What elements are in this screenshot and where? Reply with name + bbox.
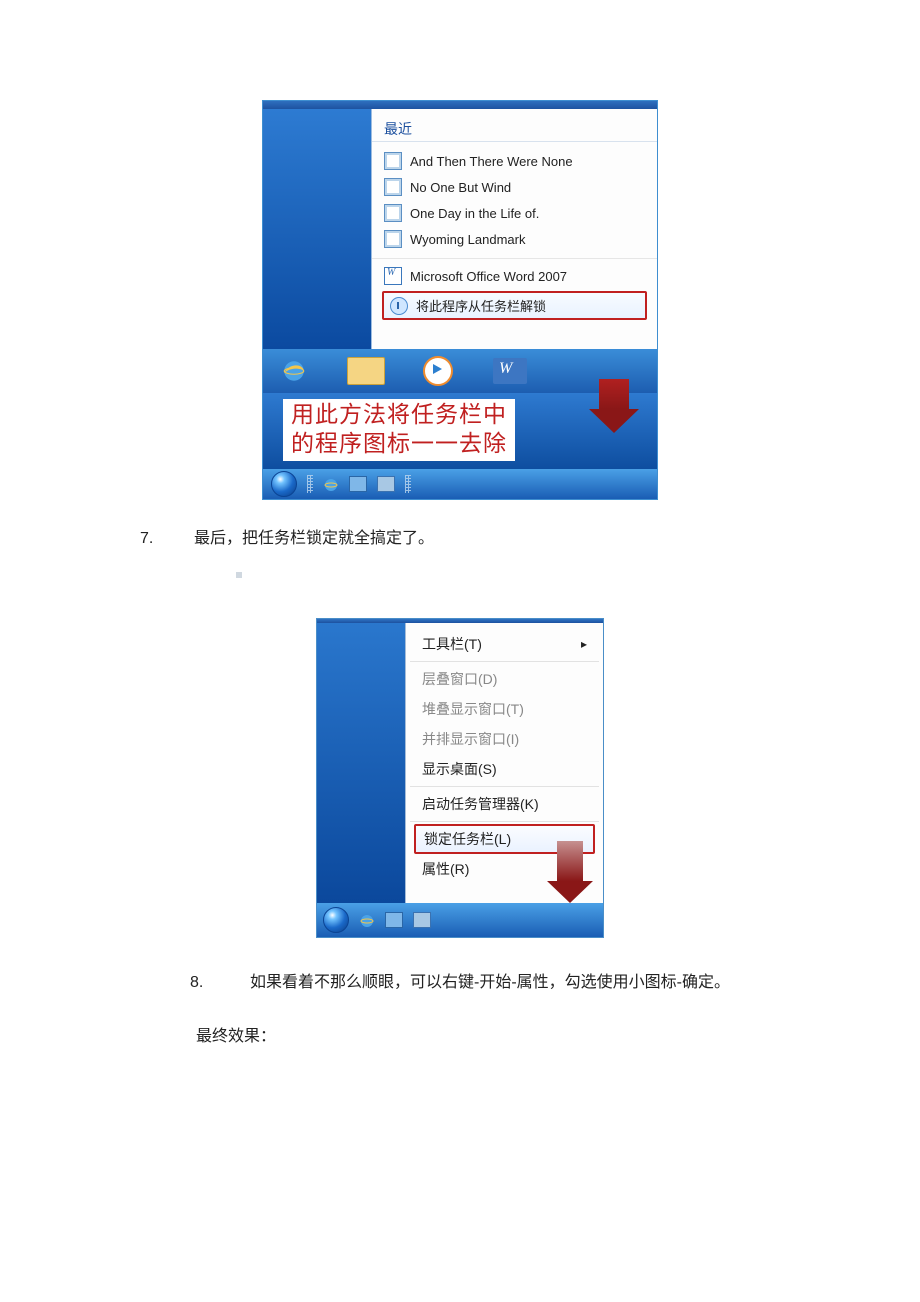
unpin-from-taskbar-item[interactable]: 将此程序从任务栏解锁	[382, 291, 647, 320]
menu-label: 层叠窗口(D)	[422, 669, 497, 689]
mini-ie-icon[interactable]	[323, 477, 339, 491]
ie-icon	[281, 358, 307, 384]
menu-label: 工具栏(T)	[422, 634, 482, 654]
recent-item[interactable]: Wyoming Landmark	[372, 226, 657, 252]
recent-item-label: No One But Wind	[410, 180, 511, 195]
taskbar-word-button[interactable]	[491, 356, 529, 386]
mini-ie-icon[interactable]	[359, 913, 375, 927]
jumplist-panel: 最近 And Then There Were None No One But W…	[371, 109, 657, 349]
step7-paragraph: 7.最后，把任务栏锁定就全搞定了。	[140, 524, 880, 548]
word-icon	[493, 358, 527, 384]
figure-unpin-jumplist: 最近 And Then There Were None No One But W…	[262, 100, 658, 500]
menu-separator	[410, 661, 599, 662]
menu-stack[interactable]: 堆叠显示窗口(T)	[406, 694, 603, 724]
annotation-line1: 用此方法将任务栏中	[291, 402, 507, 427]
menu-task-manager[interactable]: 启动任务管理器(K)	[406, 789, 603, 819]
mini-pictures-icon[interactable]	[385, 912, 403, 928]
word-doc-icon	[384, 152, 402, 170]
word-doc-icon	[384, 178, 402, 196]
menu-label: 显示桌面(S)	[422, 759, 497, 779]
annotation-text: 用此方法将任务栏中 的程序图标一一去除	[283, 399, 515, 461]
menu-show-desktop[interactable]: 显示桌面(S)	[406, 754, 603, 784]
taskbar-ie-button[interactable]	[275, 356, 313, 386]
pin-icon	[390, 297, 408, 315]
recent-item[interactable]: And Then There Were None	[372, 148, 657, 174]
taskbar-small	[317, 903, 603, 937]
mini-monitor-icon[interactable]	[413, 912, 431, 928]
recent-item-label: One Day in the Life of.	[410, 206, 539, 221]
desktop-blue-area	[317, 623, 405, 903]
jumplist-section-title: 最近	[372, 115, 657, 142]
figure-lock-taskbar-menu: 工具栏(T) ▸ 层叠窗口(D) 堆叠显示窗口(T) 并排显示窗口(I) 显示桌…	[316, 618, 604, 938]
taskbar-grab-handle[interactable]	[307, 475, 313, 493]
mini-monitor-icon[interactable]	[377, 476, 395, 492]
menu-toolbars[interactable]: 工具栏(T) ▸	[406, 629, 603, 659]
step7-text: 最后，把任务栏锁定就全搞定了。	[194, 530, 434, 547]
mini-pictures-icon[interactable]	[349, 476, 367, 492]
menu-label: 属性(R)	[422, 859, 469, 879]
step8-text: 如果看着不那么顺眼，可以右键-开始-属性，勾选使用小图标-确定。	[250, 974, 730, 991]
menu-label: 堆叠显示窗口(T)	[422, 699, 524, 719]
window-titlebar-strip	[263, 101, 657, 109]
start-orb-icon[interactable]	[323, 907, 349, 933]
recent-item[interactable]: One Day in the Life of.	[372, 200, 657, 226]
menu-separator	[410, 821, 599, 822]
desktop-blue-area	[263, 109, 371, 349]
final-result-label: 最终效果：	[196, 1022, 880, 1046]
menu-separator	[410, 786, 599, 787]
menu-sidebyside[interactable]: 并排显示窗口(I)	[406, 724, 603, 754]
recent-item[interactable]: No One But Wind	[372, 174, 657, 200]
taskbar-explorer-button[interactable]	[347, 356, 385, 386]
step8-number: 8.	[190, 974, 250, 992]
menu-label: 启动任务管理器(K)	[422, 794, 539, 814]
jumplist-app-row[interactable]: Microsoft Office Word 2007	[372, 258, 657, 289]
annotation-line2: 的程序图标一一去除	[291, 431, 507, 456]
word-doc-icon	[384, 230, 402, 248]
down-arrow-icon	[589, 379, 639, 435]
folder-icon	[347, 357, 385, 385]
menu-cascade[interactable]: 层叠窗口(D)	[406, 664, 603, 694]
recent-item-label: And Then There Were None	[410, 154, 573, 169]
menu-label: 锁定任务栏(L)	[424, 831, 511, 847]
step8-paragraph: 8.如果看着不那么顺眼，可以右键-开始-属性，勾选使用小图标-确定。	[190, 968, 880, 992]
taskbar-small	[263, 469, 657, 499]
recent-item-label: Wyoming Landmark	[410, 232, 525, 247]
jumplist-body: 最近 And Then There Were None No One But W…	[263, 109, 657, 349]
tiny-placeholder-dot	[236, 572, 242, 578]
start-orb-icon[interactable]	[271, 471, 297, 497]
step7-number: 7.	[140, 530, 194, 548]
unpin-label: 将此程序从任务栏解锁	[416, 296, 546, 315]
taskbar-media-player-button[interactable]	[419, 356, 457, 386]
taskbar-grab-handle[interactable]	[405, 475, 411, 493]
media-player-icon	[423, 356, 453, 386]
annotation-banner: 用此方法将任务栏中 的程序图标一一去除	[263, 393, 657, 469]
submenu-arrow-icon: ▸	[581, 637, 587, 651]
jumplist-app-label: Microsoft Office Word 2007	[410, 269, 567, 284]
word-app-icon	[384, 267, 402, 285]
word-doc-icon	[384, 204, 402, 222]
menu-label: 并排显示窗口(I)	[422, 729, 519, 749]
document-page: 最近 And Then There Were None No One But W…	[0, 0, 920, 1106]
down-arrow-icon	[547, 841, 593, 903]
